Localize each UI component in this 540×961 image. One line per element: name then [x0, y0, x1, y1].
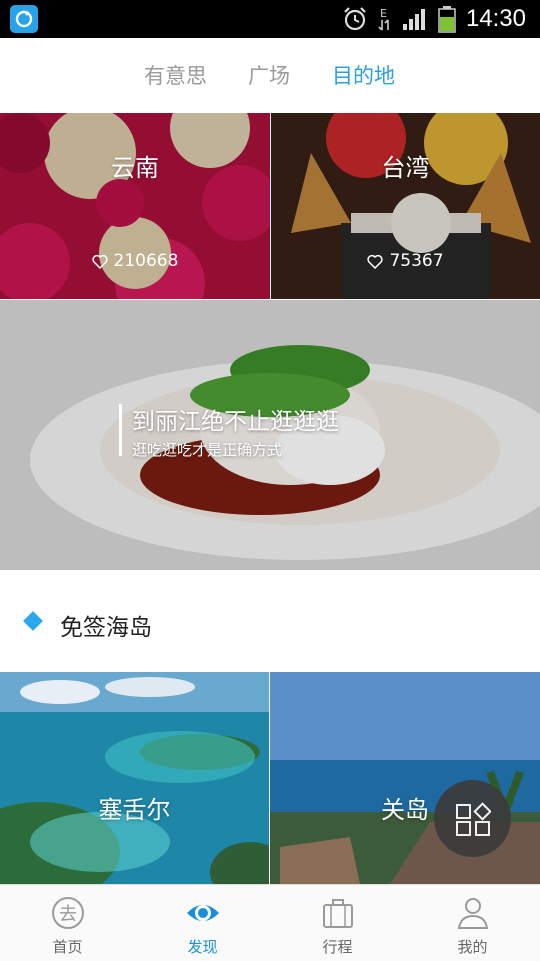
tile-overlay	[0, 113, 270, 299]
qu-icon: 去	[52, 897, 84, 929]
signal-icon	[402, 9, 425, 30]
guam-photo	[270, 672, 540, 884]
luggage-icon	[323, 899, 353, 928]
person-icon	[457, 898, 489, 929]
tab-interesting[interactable]: 有意思	[144, 60, 207, 90]
status-icons: E 14:30	[342, 0, 526, 38]
nav-discover[interactable]: 发现	[135, 885, 270, 961]
nav-profile[interactable]: 我的	[405, 885, 540, 961]
featured-subtitle: 逛吃逛吃才是正确方式	[132, 441, 283, 459]
app-notification-icon	[10, 5, 38, 33]
nav-label: 发现	[187, 938, 218, 956]
nav-label: 我的	[457, 938, 488, 956]
battery-icon	[438, 6, 456, 33]
status-time: 14:30	[465, 5, 526, 32]
heart-icon	[367, 254, 384, 269]
tab-destination[interactable]: 目的地	[332, 60, 395, 90]
seychelles-photo	[0, 672, 269, 884]
nav-label: 行程	[322, 938, 353, 956]
eye-icon	[187, 905, 219, 921]
tile-likes: 210668	[0, 251, 270, 271]
svg-text:去: 去	[59, 904, 77, 925]
heart-icon	[91, 254, 108, 269]
section-header: 免签海岛	[0, 570, 540, 672]
nav-home[interactable]: 去 首页	[0, 885, 135, 961]
status-bar: E 14:30	[0, 0, 540, 38]
top-tab-bar: 有意思 广场 目的地	[0, 38, 540, 113]
diamond-icon	[23, 611, 43, 631]
data-transfer-icon: E	[378, 7, 389, 31]
bottom-navigation: 去 首页 发现 行程 我的	[0, 884, 540, 961]
featured-article-lijiang[interactable]: 到丽江绝不止逛逛逛 逛吃逛吃才是正确方式	[0, 300, 540, 570]
destination-tile-guam[interactable]: 关岛	[270, 672, 540, 884]
tile-overlay	[271, 113, 540, 299]
tile-title: 台湾	[381, 154, 430, 182]
like-count: 75367	[389, 251, 444, 271]
destination-tile-yunnan[interactable]: 云南 210668	[0, 113, 270, 299]
tile-likes: 75367	[271, 251, 540, 271]
section-title: 免签海岛	[60, 615, 152, 641]
tab-square[interactable]: 广场	[248, 60, 290, 90]
featured-title: 到丽江绝不止逛逛逛	[132, 409, 339, 435]
like-count: 210668	[113, 251, 179, 271]
svg-text:E: E	[380, 7, 387, 20]
category-grid-button[interactable]	[434, 780, 511, 857]
grid-icon	[456, 802, 491, 836]
title-accent-bar	[119, 404, 122, 456]
nav-label: 首页	[52, 938, 83, 956]
alarm-icon	[344, 7, 366, 31]
destination-tile-seychelles[interactable]: 塞舌尔	[0, 672, 269, 884]
destination-tile-taiwan[interactable]: 台湾 75367	[271, 113, 540, 299]
tile-title: 塞舌尔	[98, 796, 171, 824]
tile-title: 云南	[111, 154, 159, 182]
nav-itinerary[interactable]: 行程	[270, 885, 405, 961]
